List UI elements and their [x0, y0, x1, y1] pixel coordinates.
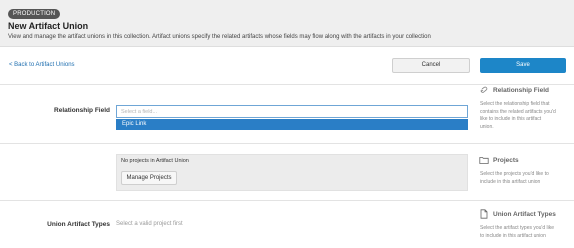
document-icon — [480, 209, 488, 219]
page-description: View and manage the artifact unions in t… — [8, 34, 431, 40]
projects-help-text: Select the projects you'd like to includ… — [480, 171, 549, 185]
cancel-button[interactable]: Cancel — [392, 58, 470, 73]
projects-panel: No projects in Artifact Union Manage Pro… — [116, 154, 468, 191]
relationship-field-placeholder: Select a field... — [121, 109, 158, 115]
section-divider — [0, 84, 574, 85]
relationship-field-select[interactable]: Select a field... — [116, 105, 468, 118]
environment-badge: PRODUCTION — [8, 9, 61, 19]
section-divider — [0, 200, 574, 201]
relationship-help-title: Relationship Field — [493, 87, 549, 94]
page-header: PRODUCTION New Artifact Union View and m… — [0, 0, 574, 47]
types-help-title: Union Artifact Types — [493, 211, 556, 218]
relationship-field-label: Relationship Field — [54, 107, 110, 114]
action-toolbar: < Back to Artifact Unions Cancel Save — [0, 56, 574, 78]
folder-icon — [479, 157, 489, 164]
page-title: New Artifact Union — [8, 21, 89, 31]
save-button[interactable]: Save — [480, 58, 566, 73]
union-artifact-types-hint: Select a valid project first — [116, 221, 183, 227]
manage-projects-button[interactable]: Manage Projects — [121, 171, 177, 185]
dropdown-option-epic-link[interactable]: Epic Link — [116, 119, 468, 130]
relationship-help-text: Select the relationship field that conta… — [480, 101, 556, 130]
no-projects-message: No projects in Artifact Union — [121, 158, 189, 164]
link-icon — [480, 86, 488, 93]
section-divider — [0, 143, 574, 144]
dropdown-option-label: Epic Link — [122, 121, 147, 127]
back-to-artifact-unions-link[interactable]: < Back to Artifact Unions — [9, 62, 75, 68]
projects-help-title: Projects — [493, 157, 519, 164]
union-artifact-types-label: Union Artifact Types — [47, 221, 110, 228]
types-help-text: Select the artifact types you'd like to … — [480, 225, 555, 239]
